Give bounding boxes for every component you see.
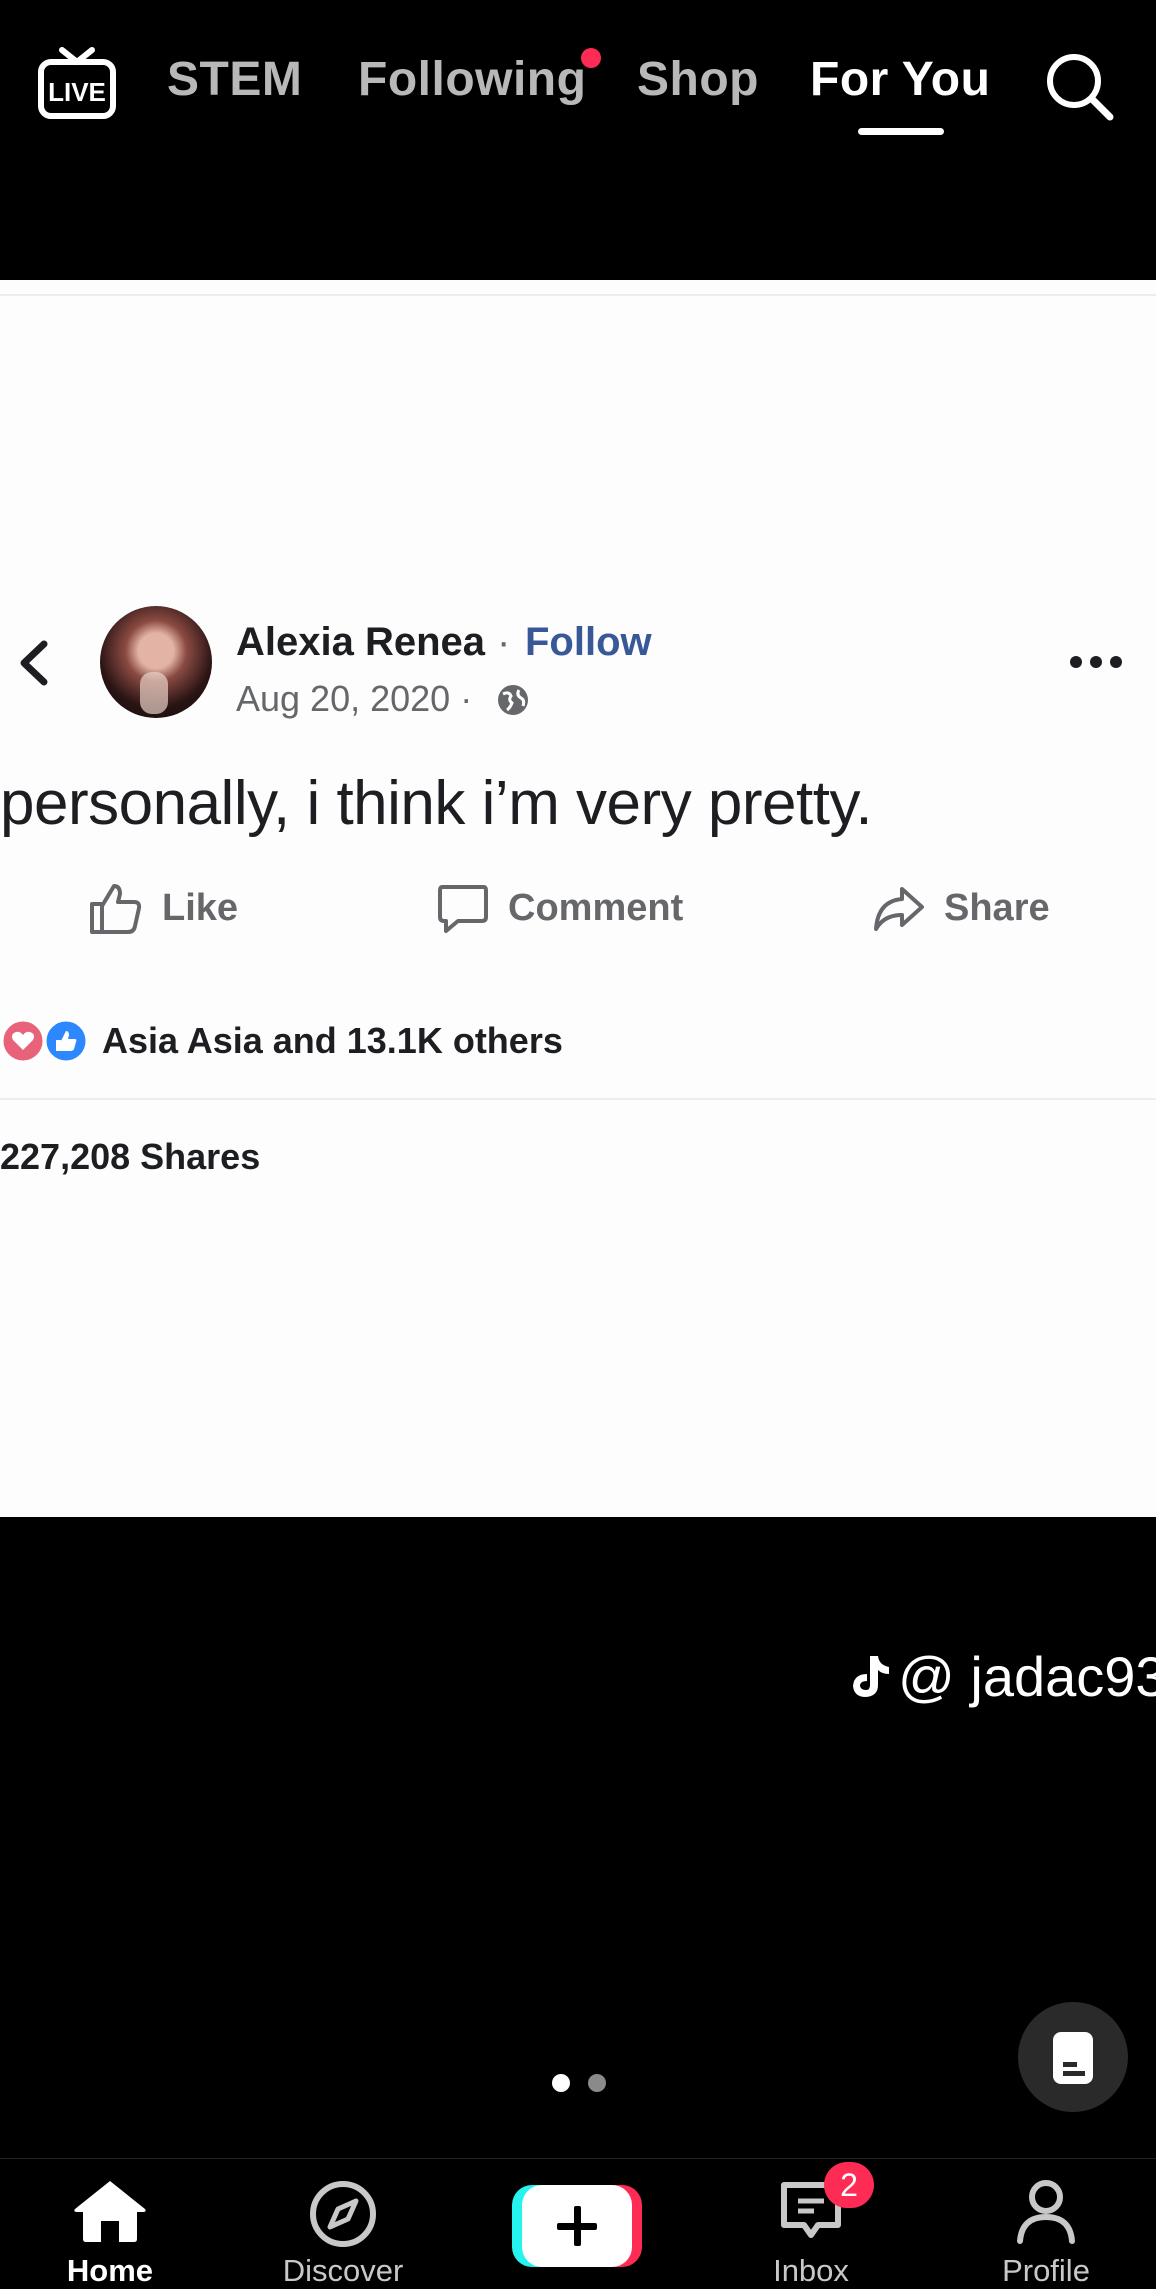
home-icon [74,2181,146,2242]
tab-following[interactable]: Following [358,52,586,107]
share-label: Share [944,886,1050,929]
captions-icon [1053,2032,1093,2084]
avatar-detail [140,672,168,714]
post-text: personally, i think i’m very pretty. [0,769,873,838]
page-indicator [552,2074,606,2092]
profile-icon [1017,2180,1075,2244]
tab-stem[interactable]: STEM [167,52,302,107]
following-notification-dot [581,48,601,68]
comment-icon [438,885,488,933]
post-comment-action: Comment [436,880,683,936]
svg-text:LIVE: LIVE [48,77,106,107]
tab-shop[interactable]: Shop [637,52,759,107]
nav-profile[interactable]: Profile [956,2159,1136,2288]
creator-tag[interactable]: @ jadac93 [848,1644,1156,1708]
plus-icon [557,2206,597,2246]
nav-home-label: Home [66,2253,154,2288]
divider [0,294,1156,296]
post-separator: · [497,620,511,664]
nav-discover[interactable]: Discover [253,2159,433,2288]
nav-inbox[interactable]: Inbox [721,2159,901,2288]
comment-label: Comment [508,886,684,929]
post-date: Aug 20, 2020 · [236,678,473,719]
live-tv-icon[interactable]: LIVE [38,46,116,120]
reactions-summary: Asia Asia and 13.1K others [102,1020,563,1061]
back-chevron-icon [20,640,48,686]
create-post-button[interactable] [512,2185,642,2267]
tiktok-logo-icon [853,1656,889,1697]
page-dot [588,2074,606,2092]
creator-handle: @ jadac93 [898,1644,1156,1708]
active-tab-indicator [858,128,944,135]
page-dot-active [552,2074,570,2092]
post-like-action: Like [88,880,238,936]
captions-button[interactable] [1018,2002,1128,2112]
post-author-name: Alexia Renea [236,620,486,664]
compass-icon [310,2181,376,2247]
nav-profile-label: Profile [1002,2253,1090,2288]
inbox-notification-badge: 2 [824,2162,874,2208]
post-share-action: Share [872,880,1050,936]
nav-discover-label: Discover [282,2253,404,2288]
more-options-icon [1070,656,1122,668]
reaction-icons [0,1018,89,1064]
tab-for-you[interactable]: For You [810,52,990,107]
video-frame[interactable]: Alexia Renea · Follow Aug 20, 2020 · per… [0,280,1156,1517]
top-navigation-bar: LIVE STEM Following Shop For You [0,0,1156,170]
nav-home[interactable]: Home [20,2159,200,2288]
thumbs-up-icon [90,884,142,934]
nav-inbox-label: Inbox [773,2253,849,2288]
share-arrow-icon [874,887,924,931]
shares-count: 227,208 Shares [0,1136,261,1177]
globe-icon [498,685,528,715]
search-icon[interactable] [1043,50,1115,122]
post-follow-link: Follow [525,620,652,664]
divider [0,1098,1156,1100]
like-label: Like [162,886,239,929]
